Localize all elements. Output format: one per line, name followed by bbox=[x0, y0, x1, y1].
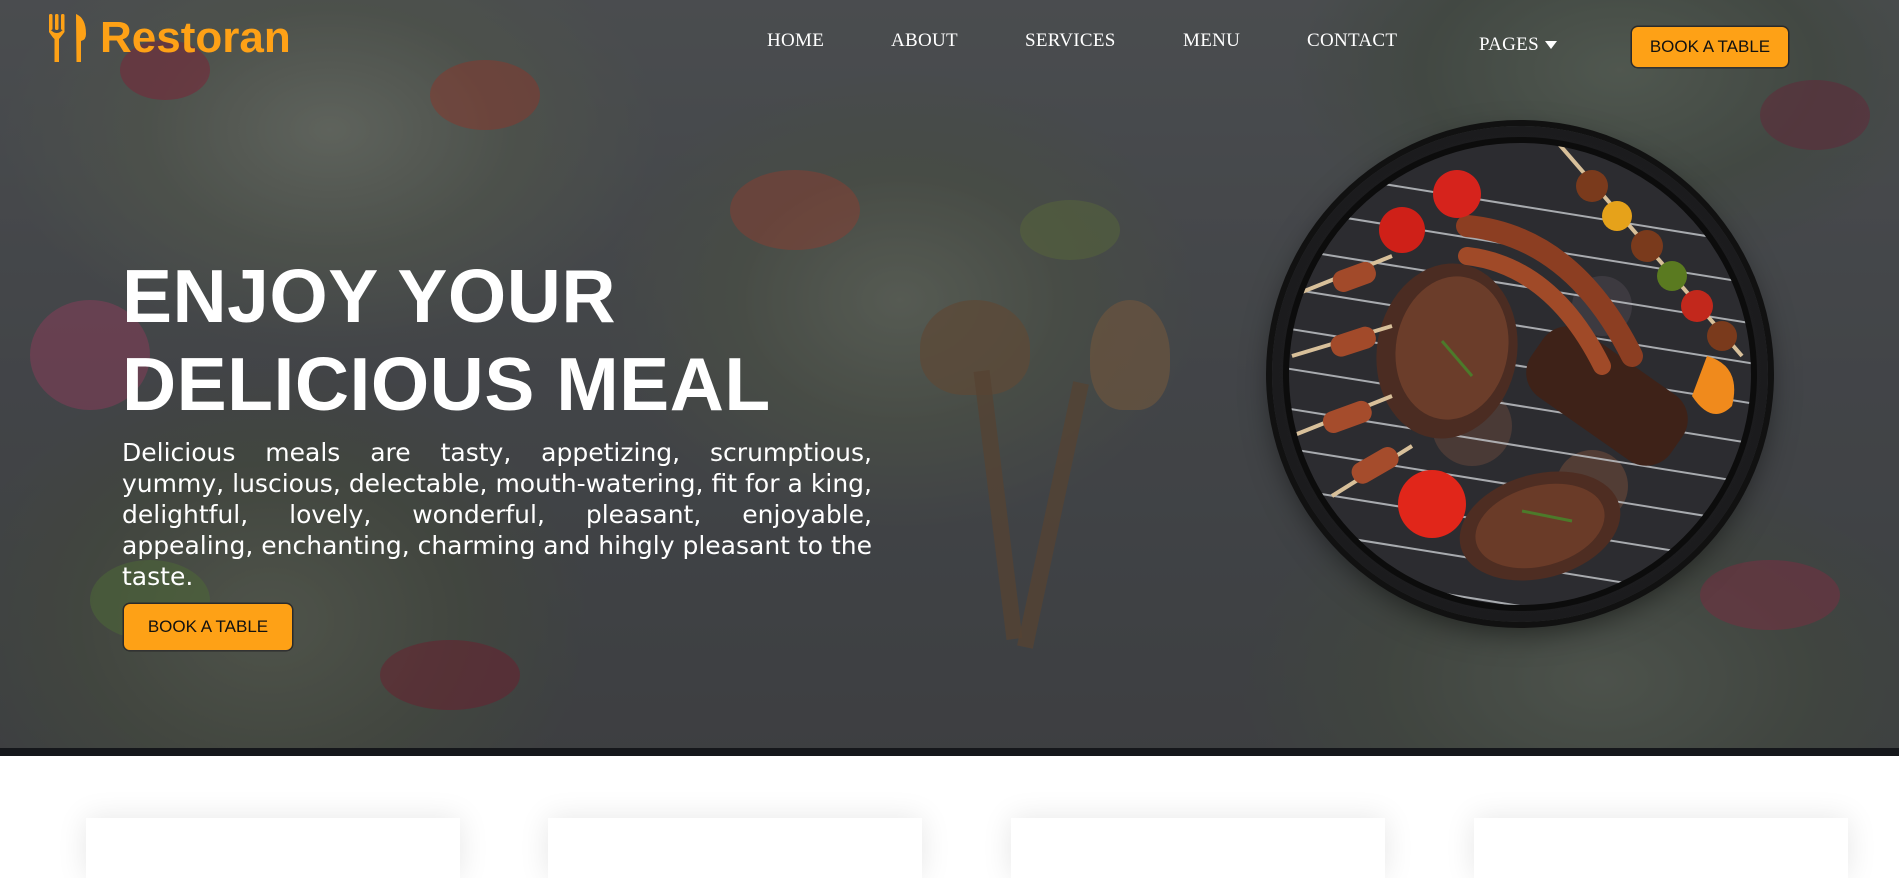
caret-down-icon bbox=[1544, 41, 1557, 49]
nav-contact[interactable]: CONTACT bbox=[1307, 30, 1397, 52]
hero-headline-line1: ENJOY YOUR bbox=[122, 254, 617, 338]
hero-bottom-border bbox=[0, 748, 1899, 756]
main-nav: HOME ABOUT SERVICES MENU CONTACT PAGES bbox=[0, 30, 1899, 60]
nav-services[interactable]: SERVICES bbox=[1025, 30, 1116, 52]
grill-image bbox=[1272, 126, 1768, 622]
grill-illustration bbox=[1283, 137, 1757, 611]
nav-about[interactable]: ABOUT bbox=[891, 30, 958, 52]
nav-book-table-button[interactable]: BOOK A TABLE bbox=[1632, 27, 1788, 67]
service-card[interactable] bbox=[548, 818, 922, 878]
service-card[interactable] bbox=[1011, 818, 1385, 878]
nav-home[interactable]: HOME bbox=[767, 30, 824, 52]
nav-pages-dropdown[interactable]: PAGES bbox=[1479, 34, 1557, 56]
nav-menu[interactable]: MENU bbox=[1183, 30, 1240, 52]
hero-book-table-button[interactable]: BOOK A TABLE bbox=[124, 604, 292, 650]
service-cards bbox=[0, 818, 1899, 878]
service-card[interactable] bbox=[86, 818, 460, 878]
hero-description: Delicious meals are tasty, appetizing, s… bbox=[122, 438, 872, 591]
service-card[interactable] bbox=[1474, 818, 1848, 878]
nav-pages-label: PAGES bbox=[1479, 34, 1539, 55]
hero-headline-line2: DELICIOUS MEAL bbox=[122, 342, 771, 426]
hero-headline: ENJOY YOUR DELICIOUS MEAL bbox=[122, 252, 771, 428]
